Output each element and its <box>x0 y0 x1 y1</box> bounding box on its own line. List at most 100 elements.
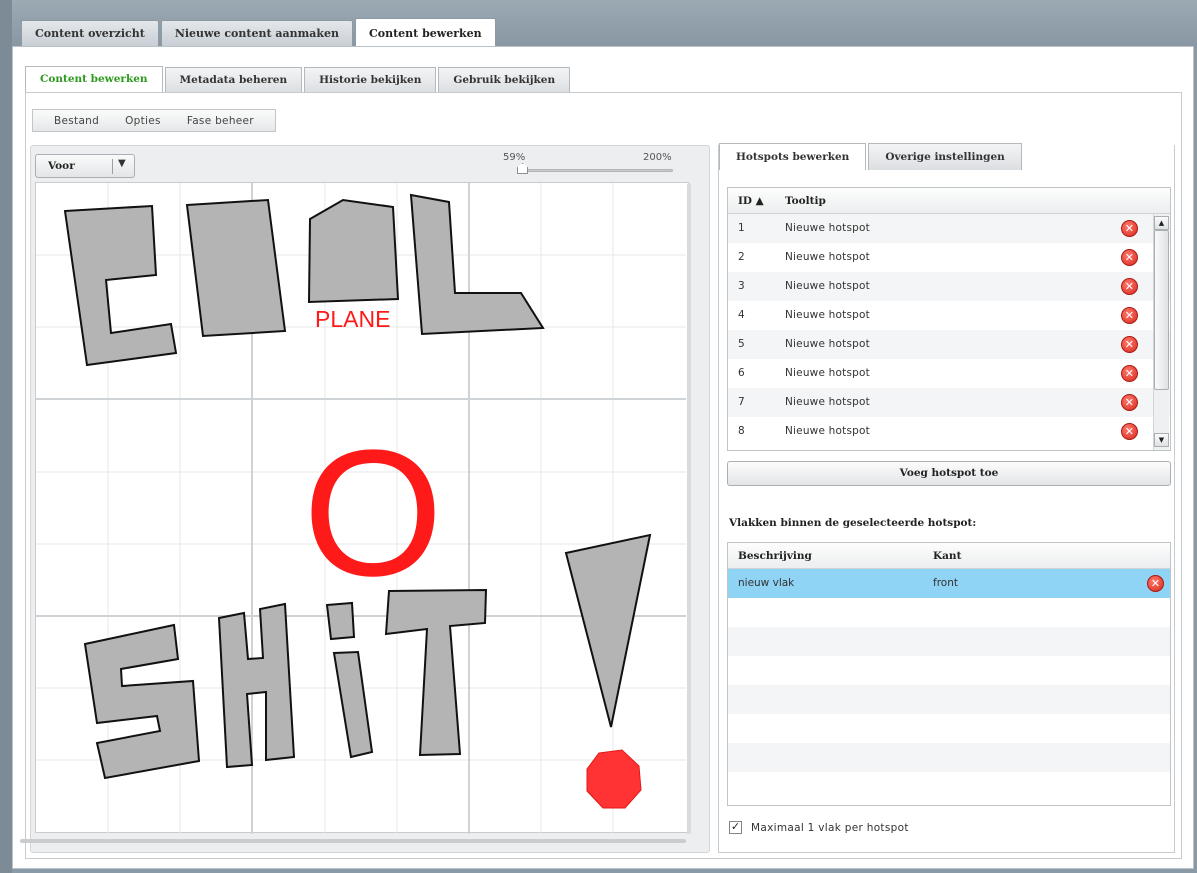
hotspot-shape-i[interactable] <box>332 650 374 759</box>
empty-row <box>728 743 1170 772</box>
hotspot-panel-tabs: Hotspots bewerken Overige instellingen <box>719 143 1022 170</box>
delete-icon[interactable]: ✕ <box>1121 307 1138 324</box>
table-row[interactable]: 3 Nieuwe hotspot ✕ <box>728 272 1170 301</box>
face-description: nieuw vlak <box>738 577 795 589</box>
sub-tab-bar: Content bewerken Metadata beheren Histor… <box>25 66 571 93</box>
tab-overige-instellingen[interactable]: Overige instellingen <box>868 143 1022 170</box>
select-divider <box>112 159 113 174</box>
hotspot-shape-t[interactable] <box>384 588 488 757</box>
max-one-face-option: ✓ Maximaal 1 vlak per hotspot <box>729 821 909 834</box>
hotspot-tooltip: Nieuwe hotspot <box>785 425 870 437</box>
hotspot-shape-o2[interactable] <box>307 198 400 304</box>
zoom-min-label: 59% <box>503 152 526 163</box>
tab-content-overzicht[interactable]: Content overzicht <box>21 20 159 46</box>
table-row[interactable]: 4 Nieuwe hotspot ✕ <box>728 301 1170 330</box>
canvas-vertical-scrollbar[interactable] <box>687 183 691 834</box>
editor-panel: Voor ▼ 59% 200% PLANE O <box>20 145 710 853</box>
menu-fase-beheer[interactable]: Fase beheer <box>174 115 267 127</box>
zoom-max-label: 200% <box>643 152 672 163</box>
table-row[interactable]: 7 Nieuwe hotspot ✕ <box>728 388 1170 417</box>
tab-nieuwe-content-aanmaken[interactable]: Nieuwe content aanmaken <box>160 20 353 46</box>
empty-row <box>728 598 1170 627</box>
content-area: Bestand Opties Fase beheer Voor ▼ 59% 20… <box>20 92 1182 859</box>
max-one-face-label[interactable]: Maximaal 1 vlak per hotspot <box>751 822 909 834</box>
hotspot-shape-exclamation-dot[interactable] <box>586 749 642 809</box>
delete-icon[interactable]: ✕ <box>1147 575 1164 592</box>
column-header-id[interactable]: ID ▲ <box>738 195 764 207</box>
empty-row <box>728 685 1170 714</box>
hotspot-panel: Hotspots bewerken Overige instellingen I… <box>718 143 1175 853</box>
subtab-gebruik-bekijken[interactable]: Gebruik bekijken <box>438 67 571 92</box>
hotspot-tooltip: Nieuwe hotspot <box>785 367 870 379</box>
faces-table-header: Beschrijving Kant <box>728 543 1170 569</box>
delete-icon[interactable]: ✕ <box>1121 394 1138 411</box>
table-row[interactable]: 6 Nieuwe hotspot ✕ <box>728 359 1170 388</box>
tab-hotspots-bewerken[interactable]: Hotspots bewerken <box>719 143 867 170</box>
hotspot-shape-h[interactable] <box>217 602 296 769</box>
faces-table: Beschrijving Kant nieuw vlak front ✕ <box>727 542 1171 806</box>
delete-icon[interactable]: ✕ <box>1121 278 1138 295</box>
scroll-up-icon[interactable]: ▲ <box>1154 216 1169 230</box>
scroll-down-icon[interactable]: ▼ <box>1154 433 1169 447</box>
canvas-text-plane: PLANE <box>315 306 390 332</box>
add-hotspot-button[interactable]: Voeg hotspot toe <box>727 461 1171 486</box>
top-tab-bar: Content overzicht Nieuwe content aanmake… <box>21 18 496 46</box>
hotspot-canvas[interactable]: PLANE O <box>20 182 691 843</box>
hotspot-table-header: ID ▲ Tooltip <box>728 188 1170 214</box>
scroll-thumb[interactable] <box>1154 230 1169 390</box>
hotspot-id: 4 <box>738 309 745 321</box>
hotspot-id: 6 <box>738 367 745 379</box>
hotspot-id: 5 <box>738 338 745 350</box>
delete-icon[interactable]: ✕ <box>1121 365 1138 382</box>
menu-opties[interactable]: Opties <box>112 115 174 127</box>
hotspot-shape-o[interactable] <box>185 198 287 338</box>
delete-icon[interactable]: ✕ <box>1121 423 1138 440</box>
canvas-horizontal-scrollbar[interactable] <box>20 839 686 843</box>
delete-icon[interactable]: ✕ <box>1121 249 1138 266</box>
table-row[interactable]: 5 Nieuwe hotspot ✕ <box>728 330 1170 359</box>
hotspot-table: ID ▲ Tooltip 1 Nieuwe hotspot ✕ 2 Nieuwe ho… <box>727 187 1171 451</box>
view-side-select[interactable]: Voor ▼ <box>35 154 135 178</box>
subtab-historie-bekijken[interactable]: Historie bekijken <box>304 67 437 92</box>
view-side-value: Voor <box>48 160 75 172</box>
max-one-face-checkbox[interactable]: ✓ <box>729 821 742 834</box>
zoom-slider-handle[interactable] <box>517 163 528 174</box>
column-header-tooltip[interactable]: Tooltip <box>785 195 826 207</box>
hotspot-shape-l[interactable] <box>409 193 545 336</box>
hotspot-tooltip: Nieuwe hotspot <box>785 309 870 321</box>
window-left-edge <box>0 0 12 873</box>
subtab-metadata-beheren[interactable]: Metadata beheren <box>164 67 303 92</box>
hotspot-tooltip: Nieuwe hotspot <box>785 280 870 292</box>
zoom-slider-track[interactable] <box>519 169 673 172</box>
faces-section-label: Vlakken binnen de geselecteerde hotspot: <box>729 517 977 529</box>
hotspot-table-body: 1 Nieuwe hotspot ✕ 2 Nieuwe hotspot ✕ 3 Nieuw… <box>728 214 1170 446</box>
chevron-down-icon: ▼ <box>118 158 126 169</box>
subtab-content-bewerken[interactable]: Content bewerken <box>25 66 163 93</box>
hotspot-table-scrollbar[interactable]: ▲ ▼ <box>1153 214 1169 450</box>
table-row[interactable]: 2 Nieuwe hotspot ✕ <box>728 243 1170 272</box>
table-row[interactable]: 8 Nieuwe hotspot ✕ <box>728 417 1170 446</box>
main-frame: Content bewerken Metadata beheren Histor… <box>12 46 1194 869</box>
delete-icon[interactable]: ✕ <box>1121 220 1138 237</box>
delete-icon[interactable]: ✕ <box>1121 336 1138 353</box>
menu-bestand[interactable]: Bestand <box>41 115 112 127</box>
hotspot-id: 1 <box>738 222 745 234</box>
hotspot-id: 2 <box>738 251 745 263</box>
face-side: front <box>933 577 958 589</box>
empty-row <box>728 656 1170 685</box>
column-header-kant[interactable]: Kant <box>933 550 961 562</box>
hotspot-shape-c[interactable] <box>63 204 178 367</box>
menu-bar: Bestand Opties Fase beheer <box>32 109 276 132</box>
hotspot-tooltip: Nieuwe hotspot <box>785 396 870 408</box>
hotspot-id: 7 <box>738 396 745 408</box>
canvas-text-o: O <box>303 413 443 614</box>
table-row[interactable]: nieuw vlak front ✕ <box>728 569 1170 598</box>
column-header-beschrijving[interactable]: Beschrijving <box>738 550 812 562</box>
hotspot-shape-exclamation[interactable] <box>564 533 652 728</box>
hotspot-shape-s[interactable] <box>83 623 201 780</box>
empty-row <box>728 627 1170 656</box>
table-row[interactable]: 1 Nieuwe hotspot ✕ <box>728 214 1170 243</box>
hotspot-tooltip: Nieuwe hotspot <box>785 251 870 263</box>
hotspot-id: 3 <box>738 280 745 292</box>
tab-content-bewerken[interactable]: Content bewerken <box>355 18 496 46</box>
